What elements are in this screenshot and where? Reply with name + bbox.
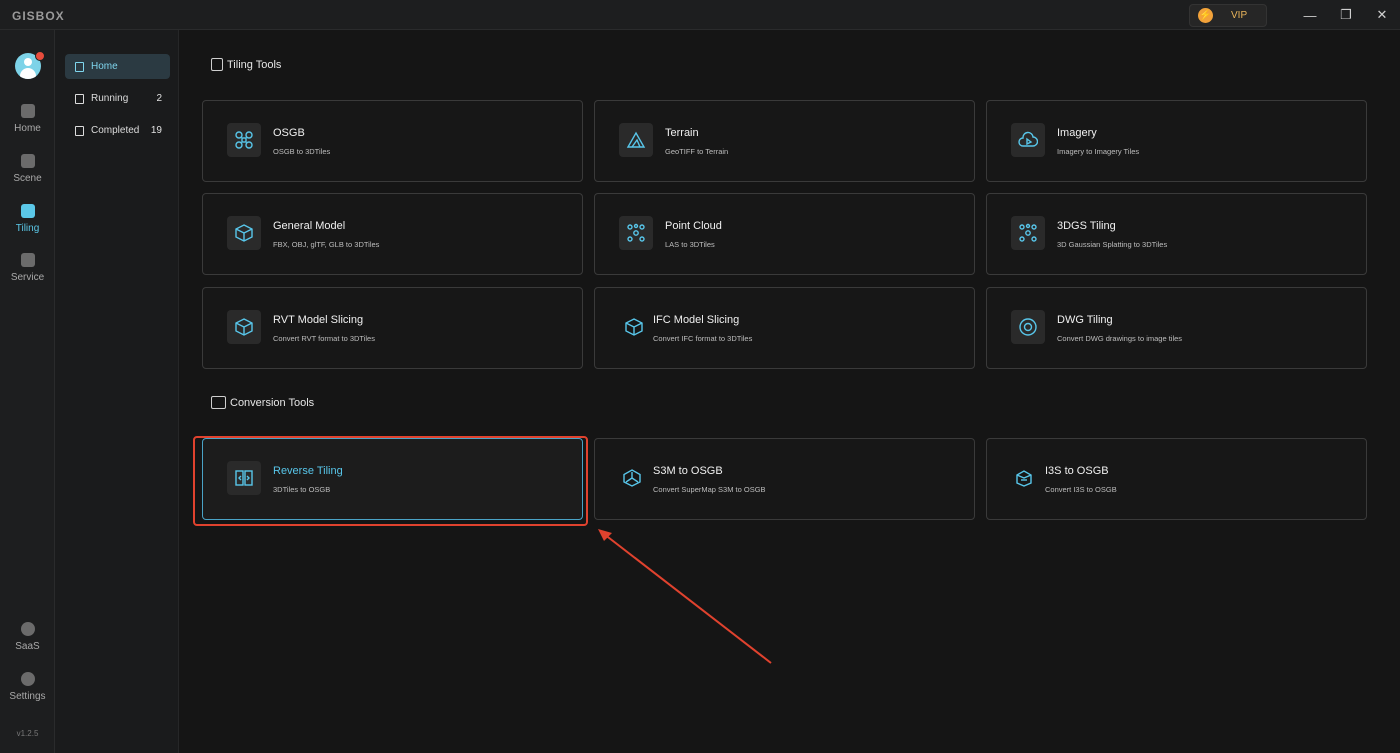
card-subtitle: Convert RVT format to 3DTiles (273, 334, 375, 343)
box-open-icon (1007, 461, 1041, 495)
rail-label: Scene (13, 173, 42, 184)
card-ifc-model-slicing[interactable]: IFC Model Slicing Convert IFC format to … (594, 287, 975, 369)
card-title: OSGB (273, 127, 305, 139)
card-imagery[interactable]: Imagery Imagery to Imagery Tiles (986, 100, 1367, 182)
card-subtitle: Convert IFC format to 3DTiles (653, 334, 753, 343)
card-title: RVT Model Slicing (273, 314, 364, 326)
main-content: Tiling Tools OSGB OSGB to 3DTiles Terrai… (180, 30, 1400, 753)
lightning-icon: ⚡ (1198, 8, 1213, 23)
sidebar-item-completed[interactable]: Completed 19 (65, 118, 170, 143)
vip-label: VIP (1231, 10, 1248, 21)
vip-button[interactable]: ⚡ VIP (1189, 4, 1267, 27)
cube-icon (227, 216, 261, 250)
card-general-model[interactable]: General Model FBX, OBJ, glTF, GLB to 3DT… (202, 193, 583, 275)
points-icon (1011, 216, 1045, 250)
card-subtitle: Convert DWG drawings to image tiles (1057, 334, 1183, 343)
title-bar: GISBOX ⚡ VIP — ❐ ✕ (0, 0, 1400, 30)
card-reverse-tiling[interactable]: Reverse Tiling 3DTiles to OSGB (202, 438, 583, 520)
gear-icon (20, 672, 35, 686)
reverse-icon (227, 461, 261, 495)
card-title: Terrain (665, 127, 699, 139)
card-subtitle: FBX, OBJ, glTF, GLB to 3DTiles (273, 240, 380, 249)
completed-icon (75, 125, 84, 136)
rail-label: Settings (9, 691, 46, 702)
card-subtitle: LAS to 3DTiles (665, 240, 715, 249)
rail-label: Home (14, 123, 41, 134)
cloud-play-icon (1011, 123, 1045, 157)
sidebar-item-home[interactable]: Home (65, 54, 170, 79)
mountain-icon (619, 123, 653, 157)
sidebar-item-label: Home (91, 61, 118, 72)
service-icon (20, 253, 35, 267)
restore-button[interactable]: ❐ (1336, 6, 1356, 24)
card-title: Point Cloud (665, 220, 722, 232)
rail-item-saas[interactable]: SaaS (0, 620, 55, 664)
card-subtitle: 3D Gaussian Splatting to 3DTiles (1057, 240, 1168, 249)
card-point-cloud[interactable]: Point Cloud LAS to 3DTiles (594, 193, 975, 275)
map-icon (211, 58, 223, 71)
sidebar-item-label: Completed (91, 125, 140, 136)
card-title: S3M to OSGB (653, 465, 723, 477)
cube-icon (227, 310, 261, 344)
section-title-tiling: Tiling Tools (211, 58, 281, 71)
card-i3s-to-osgb[interactable]: I3S to OSGB Convert I3S to OSGB (986, 438, 1367, 520)
version-label: v1.2.5 (16, 729, 39, 738)
card-subtitle: OSGB to 3DTiles (273, 147, 331, 156)
card-3dgs-tiling[interactable]: 3DGS Tiling 3D Gaussian Splatting to 3DT… (986, 193, 1367, 275)
tiling-icon (20, 204, 35, 218)
secondary-sidebar: Home Running 2 Completed 19 (55, 30, 179, 753)
home-doc-icon (75, 61, 84, 72)
sidebar-item-label: Running (91, 93, 129, 104)
card-terrain[interactable]: Terrain GeoTIFF to Terrain (594, 100, 975, 182)
card-s3m-to-osgb[interactable]: S3M to OSGB Convert SuperMap S3M to OSGB (594, 438, 975, 520)
card-subtitle: Convert SuperMap S3M to OSGB (653, 485, 766, 494)
convert-folder-icon (211, 396, 226, 409)
home-icon (20, 104, 35, 118)
app-logo: GISBOX (12, 9, 65, 23)
count-badge: 2 (156, 93, 162, 104)
rail-item-settings[interactable]: Settings (0, 670, 55, 714)
circle-icon (1011, 310, 1045, 344)
points-icon (619, 216, 653, 250)
card-title: General Model (273, 220, 346, 232)
card-title: 3DGS Tiling (1057, 220, 1116, 232)
drone-icon (227, 123, 261, 157)
lock-icon (20, 622, 35, 636)
card-subtitle: Imagery to Imagery Tiles (1057, 147, 1140, 156)
running-icon (75, 93, 84, 104)
rail-item-tiling[interactable]: Tiling (0, 202, 55, 246)
notification-badge (35, 51, 45, 61)
card-title: I3S to OSGB (1045, 465, 1109, 477)
count-badge: 19 (150, 125, 162, 136)
card-subtitle: Convert I3S to OSGB (1045, 485, 1117, 494)
rail-item-scene[interactable]: Scene (0, 152, 55, 196)
primary-rail: Home Scene Tiling Service SaaS Settings … (0, 30, 55, 753)
card-title: IFC Model Slicing (653, 314, 740, 326)
card-title: Reverse Tiling (273, 465, 343, 477)
card-title: DWG Tiling (1057, 314, 1113, 326)
app-window: GISBOX ⚡ VIP — ❐ ✕ Home Scene Tiling Ser… (0, 0, 1400, 753)
rail-label: SaaS (15, 641, 40, 652)
rail-label: Service (10, 272, 45, 283)
section-title-text: Conversion Tools (230, 396, 315, 409)
minimize-button[interactable]: — (1300, 6, 1320, 24)
card-subtitle: 3DTiles to OSGB (273, 485, 331, 494)
card-dwg-tiling[interactable]: DWG Tiling Convert DWG drawings to image… (986, 287, 1367, 369)
scene-icon (20, 154, 35, 168)
card-title: Imagery (1057, 127, 1097, 139)
card-osgb[interactable]: OSGB OSGB to 3DTiles (202, 100, 583, 182)
section-title-text: Tiling Tools (227, 58, 282, 71)
rail-label: Tiling (15, 223, 40, 234)
card-subtitle: GeoTIFF to Terrain (665, 147, 729, 156)
sidebar-item-running[interactable]: Running 2 (65, 86, 170, 111)
cube-outline-icon (617, 310, 651, 344)
card-rvt-model-slicing[interactable]: RVT Model Slicing Convert RVT format to … (202, 287, 583, 369)
close-button[interactable]: ✕ (1372, 6, 1392, 24)
triangle-node-icon (615, 461, 649, 495)
section-title-conversion: Conversion Tools (211, 396, 314, 409)
rail-item-home[interactable]: Home (0, 102, 55, 146)
rail-item-service[interactable]: Service (0, 251, 55, 295)
